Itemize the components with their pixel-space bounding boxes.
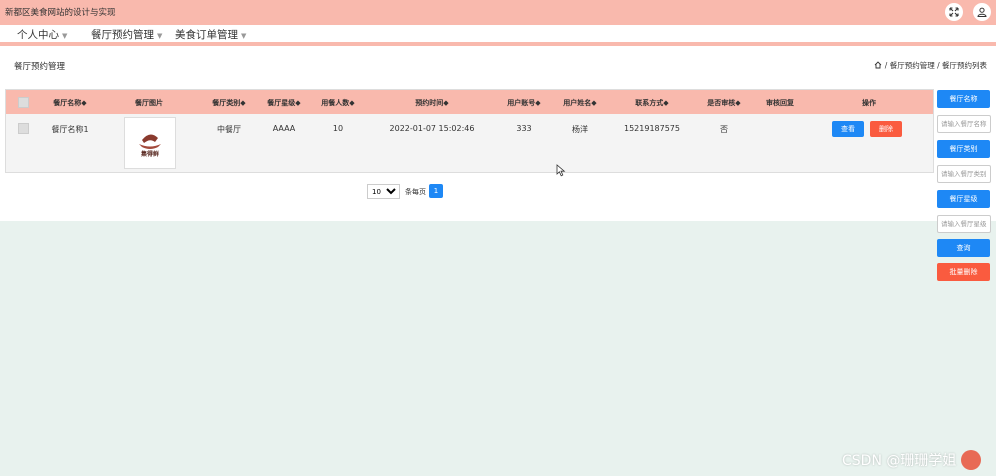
restaurant-stars-label-button[interactable]: 餐厅星级 — [937, 190, 990, 208]
cell-reviewed: 否 — [720, 125, 728, 134]
delete-button[interactable]: 删除 — [870, 121, 902, 137]
chevron-down-icon: ▼ — [62, 32, 68, 40]
column-header-phone[interactable]: 联系方式◆ — [622, 98, 682, 108]
cell-stars: AAAA — [272, 124, 296, 133]
cell-username: 杨洋 — [572, 125, 588, 134]
breadcrumb-text: / 餐厅预约管理 / 餐厅预约列表 — [882, 61, 987, 70]
user-icon — [977, 7, 987, 17]
main-content: 餐厅预约管理 / 餐厅预约管理 / 餐厅预约列表 餐厅名称◆ 餐厅图片 餐厅类别… — [0, 46, 996, 221]
column-header-username[interactable]: 用户姓名◆ — [550, 98, 610, 108]
batch-delete-button[interactable]: 批量删除 — [937, 263, 990, 281]
cell-time: 2022-01-07 15:02:46 — [389, 124, 475, 133]
column-header-image: 餐厅图片 — [135, 99, 163, 107]
column-header-account[interactable]: 用户账号◆ — [494, 98, 554, 108]
page-title: 餐厅预约管理 — [14, 62, 66, 72]
nav-item-food-orders[interactable]: 美食订单管理 ▼ — [175, 27, 246, 42]
avatar[interactable] — [961, 450, 981, 470]
restaurant-name-label-button[interactable]: 餐厅名称 — [937, 90, 990, 108]
app-title: 新都区美食网站的设计与实现 — [5, 8, 116, 18]
column-header-time[interactable]: 预约时间◆ — [392, 98, 472, 108]
page-size-select[interactable]: 10 — [367, 184, 400, 199]
csdn-watermark: CSDN @珊珊学姐 — [842, 453, 957, 469]
nav-item-label: 美食订单管理 — [175, 29, 238, 41]
chevron-down-icon: ▼ — [241, 32, 247, 40]
table-row: 餐厅名称1 集得鲜 中餐厅 AAAA 10 2022-01-07 15:02:4… — [6, 114, 933, 172]
column-header-reply: 审核回复 — [766, 99, 794, 107]
column-header-actions: 操作 — [862, 99, 876, 107]
restaurant-name-input[interactable]: 请输入餐厅名称 — [937, 115, 991, 133]
expand-icon — [949, 7, 959, 17]
column-header-name[interactable]: 餐厅名称◆ — [40, 98, 100, 108]
breadcrumb: / 餐厅预约管理 / 餐厅预约列表 — [874, 60, 987, 71]
nav-item-label: 餐厅预约管理 — [91, 29, 154, 41]
view-button[interactable]: 查看 — [832, 121, 864, 137]
nav-item-restaurant-booking[interactable]: 餐厅预约管理 ▼ — [91, 27, 162, 42]
page-number-current[interactable]: 1 — [429, 184, 443, 198]
fullscreen-button[interactable] — [945, 3, 963, 21]
query-button[interactable]: 查询 — [937, 239, 990, 257]
restaurant-logo-text: 集得鲜 — [140, 150, 159, 158]
select-all-checkbox[interactable] — [18, 97, 29, 108]
column-header-category[interactable]: 餐厅类别◆ — [199, 98, 259, 108]
restaurant-logo: 集得鲜 — [139, 134, 161, 158]
restaurant-category-label-button[interactable]: 餐厅类别 — [937, 140, 990, 158]
chevron-down-icon: ▼ — [157, 32, 163, 40]
restaurant-stars-input[interactable]: 请输入餐厅星级 — [937, 215, 991, 233]
per-page-label: 条每页 — [405, 188, 426, 196]
nav-item-label: 个人中心 — [17, 29, 59, 41]
user-menu-button[interactable] — [973, 3, 991, 21]
cell-category: 中餐厅 — [217, 125, 241, 134]
cell-phone: 15219187575 — [624, 124, 680, 133]
row-checkbox[interactable] — [18, 123, 29, 134]
mouse-cursor-icon — [556, 164, 566, 177]
nav-bar: 个人中心 ▼ 餐厅预约管理 ▼ 美食订单管理 ▼ — [0, 25, 996, 42]
table-header: 餐厅名称◆ 餐厅图片 餐厅类别◆ 餐厅星级◆ 用餐人数◆ 预约时间◆ 用户账号◆… — [6, 90, 933, 114]
cell-account: 333 — [516, 124, 532, 133]
cell-name: 餐厅名称1 — [51, 125, 89, 134]
column-header-people[interactable]: 用餐人数◆ — [308, 98, 368, 108]
booking-table: 餐厅名称◆ 餐厅图片 餐厅类别◆ 餐厅星级◆ 用餐人数◆ 预约时间◆ 用户账号◆… — [5, 89, 934, 173]
restaurant-category-input[interactable]: 请输入餐厅类别 — [937, 165, 991, 183]
column-header-stars[interactable]: 餐厅星级◆ — [254, 98, 314, 108]
cell-people: 10 — [332, 124, 344, 133]
column-header-reviewed[interactable]: 是否审核◆ — [694, 98, 754, 108]
top-bar: 新都区美食网站的设计与实现 — [0, 0, 996, 25]
restaurant-image: 集得鲜 — [124, 117, 176, 169]
nav-item-personal-center[interactable]: 个人中心 ▼ — [17, 27, 67, 42]
